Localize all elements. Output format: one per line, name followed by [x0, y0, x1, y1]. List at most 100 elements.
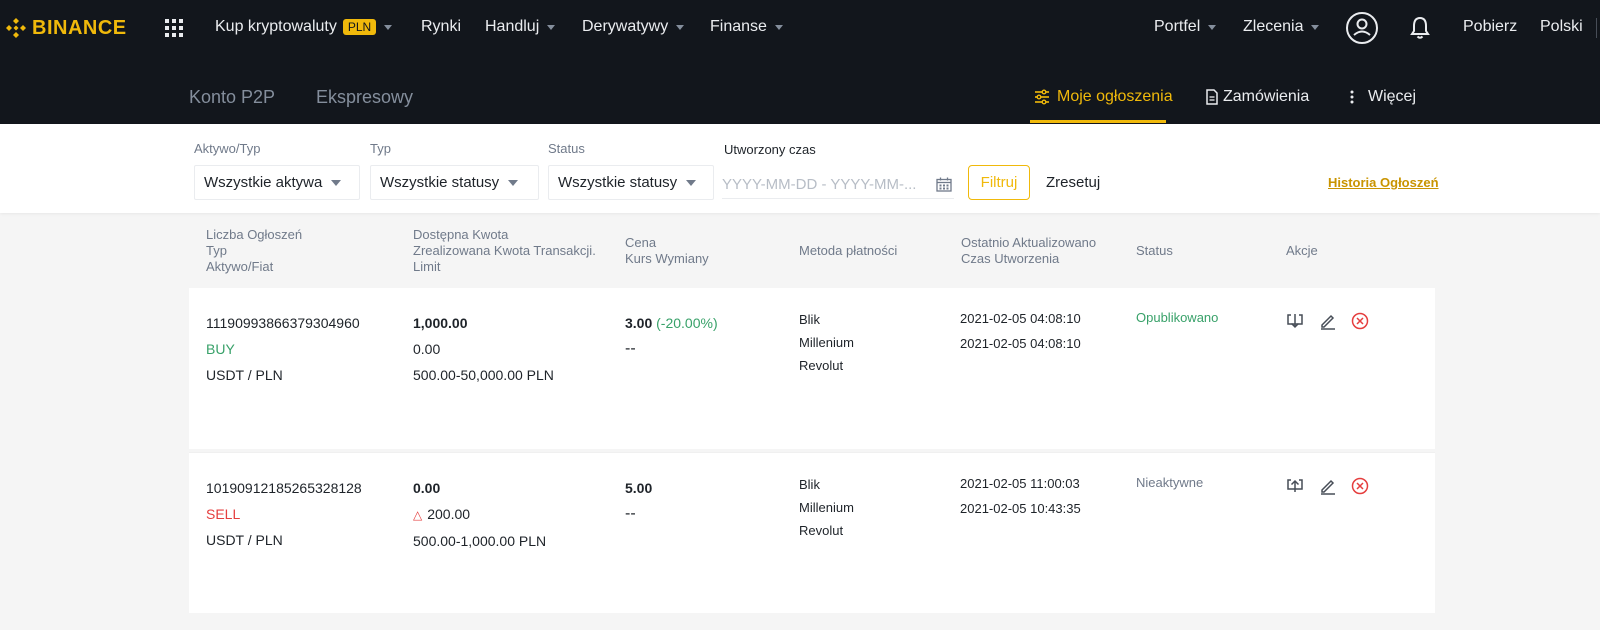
more-vertical-icon [1350, 90, 1354, 104]
available-amount: 1,000.00 [413, 315, 468, 331]
ad-history-link[interactable]: Historia Ogłoszeń [1328, 175, 1439, 190]
nav-trade-label: Handluj [485, 18, 540, 35]
chevron-down-icon [547, 25, 556, 30]
edit-icon[interactable] [1319, 312, 1337, 335]
price-cell: 3.00 (-20.00%) -- [625, 310, 718, 362]
timestamps-cell: 2021-02-05 04:08:10 2021-02-05 04:08:10 [960, 306, 1081, 356]
tab-more-label: Więcej [1368, 88, 1417, 105]
ad-info-cell: 10190912185265328128 SELL USDT / PLN [206, 475, 362, 553]
side-badge: SELL [206, 506, 241, 522]
top-navigation: BINANCE Kup kryptowaluty PLN Rynki Handl… [0, 0, 1600, 56]
caret-down-icon [331, 179, 342, 186]
asset-select-value: Wszystkie aktywa [204, 174, 323, 191]
created-time-label: Utworzony czas [724, 142, 816, 157]
publish-icon[interactable] [1286, 477, 1304, 500]
header-line: Limit [413, 259, 441, 274]
nav-markets[interactable]: Rynki [421, 18, 461, 36]
created-time: 2021-02-05 10:43:35 [960, 501, 1081, 516]
nav-wallet[interactable]: Portfel [1154, 18, 1217, 36]
header-amount: Dostępna Kwota Zrealizowana Kwota Transa… [413, 227, 596, 275]
header-ad-number: Liczba Ogłoszeń Typ Aktywo/Fiat [206, 227, 302, 275]
nav-finance[interactable]: Finanse [710, 18, 783, 36]
exchange-rate: -- [625, 505, 636, 522]
header-line: Typ [206, 243, 227, 258]
side-badge: BUY [206, 341, 235, 357]
tab-express[interactable]: Ekspresowy [316, 87, 413, 108]
caret-down-icon [686, 179, 697, 186]
nav-buy-crypto[interactable]: Kup kryptowaluty PLN [215, 18, 393, 36]
limit: 500.00-50,000.00 PLN [413, 367, 554, 383]
ad-number: 10190912185265328128 [206, 480, 362, 496]
caret-down-icon [508, 179, 519, 186]
tab-p2p-account[interactable]: Konto P2P [189, 87, 275, 108]
bell-icon[interactable] [1409, 16, 1431, 45]
payment-method: Blik [799, 477, 820, 492]
payment-method: Millenium [799, 500, 854, 515]
updated-time: 2021-02-05 04:08:10 [960, 311, 1081, 326]
ad-number: 11190993866379304960 [206, 315, 360, 331]
header-status: Status [1136, 243, 1173, 258]
asset-select[interactable]: Wszystkie aktywa [194, 165, 360, 200]
payment-methods: Blik Millenium Revolut [799, 308, 854, 377]
p2p-subnavigation: Konto P2P Ekspresowy Moje ogłoszenia Zam… [0, 56, 1600, 124]
table-row: 11190993866379304960 BUY USDT / PLN 1,00… [189, 288, 1435, 449]
nav-buy-crypto-label: Kup kryptowaluty [215, 18, 337, 35]
completed-amount: 200.00 [427, 506, 471, 522]
date-range-input[interactable]: YYYY-MM-DD - YYYY-MM-... [722, 171, 954, 199]
header-actions: Akcje [1286, 243, 1318, 258]
calendar-icon[interactable] [936, 177, 952, 197]
header-line: Czas Utworzenia [961, 251, 1060, 266]
nav-derivatives[interactable]: Derywatywy [582, 18, 685, 36]
ad-info-cell: 11190993866379304960 BUY USDT / PLN [206, 310, 360, 388]
type-select[interactable]: Wszystkie statusy [370, 165, 539, 200]
apps-grid-icon[interactable] [165, 19, 183, 37]
status-badge: Opublikowano [1136, 310, 1219, 325]
header-line: Aktywo/Fiat [206, 259, 274, 274]
nav-trade[interactable]: Handluj [485, 18, 556, 36]
price-change: (-20.00%) [656, 315, 718, 331]
close-icon[interactable] [1351, 312, 1369, 335]
header-line: Kurs Wymiany [625, 251, 709, 266]
tab-orders[interactable]: Zamówienia [1206, 88, 1309, 106]
amount-cell: 1,000.00 0.00 500.00-50,000.00 PLN [413, 310, 554, 388]
tab-my-ads-label: Moje ogłoszenia [1057, 88, 1173, 105]
payment-method: Blik [799, 312, 820, 327]
nav-finance-label: Finanse [710, 18, 767, 35]
close-icon[interactable] [1351, 477, 1369, 500]
warning-triangle-icon: △ [413, 508, 423, 522]
status-filter-label: Status [548, 141, 585, 156]
completed-amount: 0.00 [413, 341, 441, 357]
filter-bar: Aktywo/Typ Wszystkie aktywa Typ Wszystki… [0, 124, 1600, 213]
profile-icon[interactable] [1346, 12, 1378, 44]
header-line: Dostępna Kwota [413, 227, 509, 242]
payment-method: Revolut [799, 523, 844, 538]
header-payment-method: Metoda płatności [799, 243, 898, 258]
header-line: Zrealizowana Kwota Transakcji. [413, 243, 596, 258]
edit-icon[interactable] [1319, 477, 1337, 500]
document-icon [1206, 89, 1218, 105]
asset-pair: USDT / PLN [206, 367, 283, 383]
price-line: 3.00 (-20.00%) [625, 310, 718, 336]
header-timestamps: Ostatnio Aktualizowano Czas Utworzenia [961, 235, 1096, 267]
binance-logo[interactable]: BINANCE [4, 16, 127, 40]
filter-button[interactable]: Filtruj [968, 165, 1030, 200]
nav-orders[interactable]: Zlecenia [1243, 18, 1320, 36]
nav-orders-label: Zlecenia [1243, 18, 1304, 35]
tab-my-ads[interactable]: Moje ogłoszenia [1034, 88, 1173, 106]
exchange-rate: -- [625, 340, 636, 357]
reset-button[interactable]: Zresetuj [1046, 174, 1100, 191]
status-select[interactable]: Wszystkie statusy [548, 165, 714, 200]
chevron-down-icon [384, 25, 393, 30]
payment-methods: Blik Millenium Revolut [799, 473, 854, 542]
payment-method: Revolut [799, 358, 844, 373]
tab-orders-label: Zamówienia [1223, 88, 1310, 105]
status-select-value: Wszystkie statusy [558, 174, 678, 191]
header-line: Ostatnio Aktualizowano [961, 235, 1097, 250]
price-cell: 5.00 -- [625, 475, 652, 527]
nav-language[interactable]: Polski [1540, 18, 1583, 36]
nav-derivatives-label: Derywatywy [582, 18, 669, 35]
unpublish-icon[interactable] [1286, 312, 1304, 335]
nav-download[interactable]: Pobierz [1463, 18, 1517, 36]
status-badge: Nieaktywne [1136, 475, 1204, 490]
tab-more[interactable]: Więcej [1350, 88, 1416, 106]
